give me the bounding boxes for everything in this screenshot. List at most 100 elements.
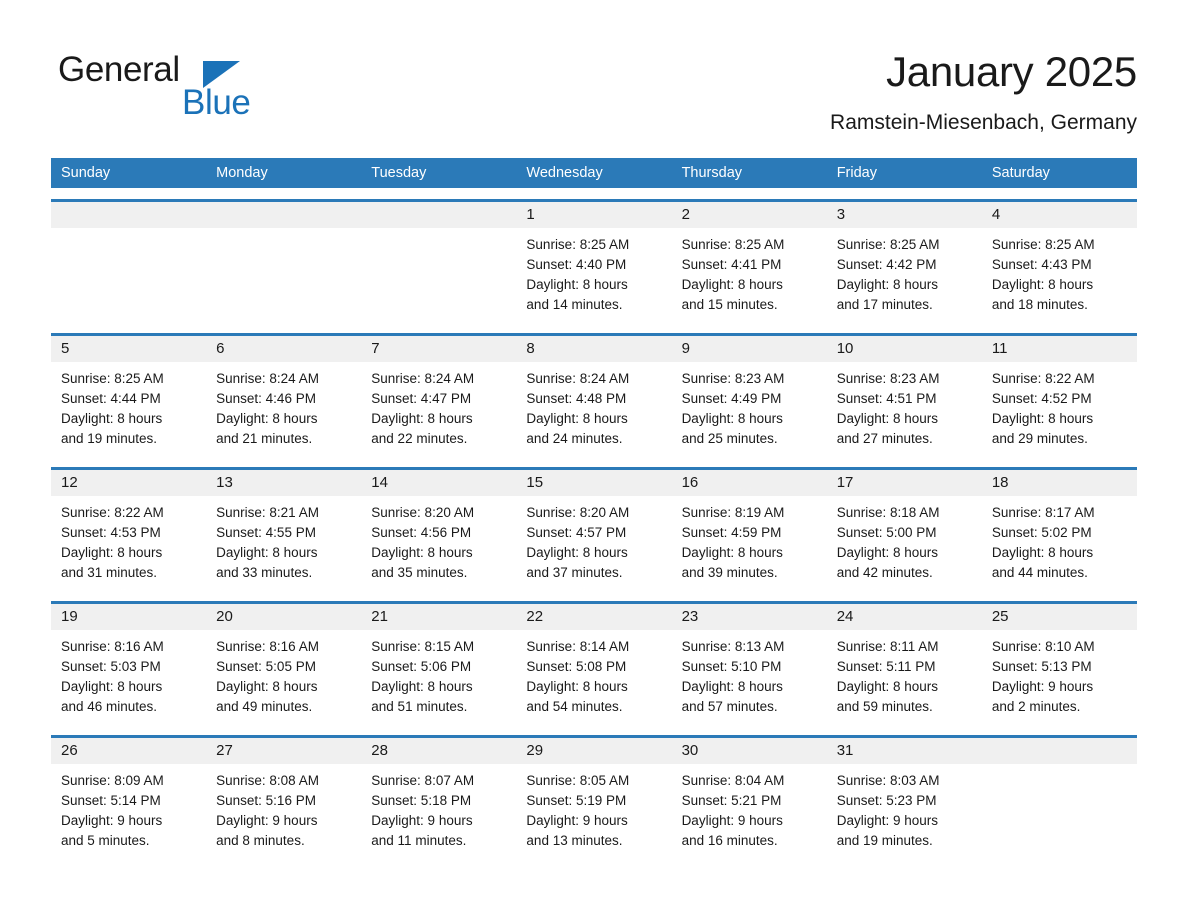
day-cell[interactable]: Sunrise: 8:16 AM Sunset: 5:03 PM Dayligh…: [51, 630, 206, 724]
day-number[interactable]: 22: [516, 604, 671, 630]
day-cell[interactable]: Sunrise: 8:15 AM Sunset: 5:06 PM Dayligh…: [361, 630, 516, 724]
sunrise-line: Sunrise: 8:14 AM: [526, 639, 630, 654]
day-number[interactable]: 29: [516, 738, 671, 764]
day-number[interactable]: [982, 738, 1137, 764]
day-number[interactable]: 31: [827, 738, 982, 764]
day-number[interactable]: 15: [516, 470, 671, 496]
week-daynumber-band: 5 6 7 8 9 10 11: [51, 336, 1137, 362]
day-cell[interactable]: Sunrise: 8:20 AM Sunset: 4:56 PM Dayligh…: [361, 496, 516, 590]
day-number[interactable]: 28: [361, 738, 516, 764]
day-number[interactable]: 26: [51, 738, 206, 764]
day-number[interactable]: 1: [516, 202, 671, 228]
day-number[interactable]: 27: [206, 738, 361, 764]
day-cell[interactable]: Sunrise: 8:17 AM Sunset: 5:02 PM Dayligh…: [982, 496, 1137, 590]
day-number[interactable]: [206, 202, 361, 228]
daylight-line-2: and 46 minutes.: [61, 699, 158, 714]
day-cell[interactable]: Sunrise: 8:07 AM Sunset: 5:18 PM Dayligh…: [361, 764, 516, 858]
day-number[interactable]: [361, 202, 516, 228]
day-cell[interactable]: Sunrise: 8:04 AM Sunset: 5:21 PM Dayligh…: [672, 764, 827, 858]
day-number[interactable]: 17: [827, 470, 982, 496]
day-number[interactable]: 6: [206, 336, 361, 362]
day-number[interactable]: 4: [982, 202, 1137, 228]
day-cell[interactable]: Sunrise: 8:23 AM Sunset: 4:51 PM Dayligh…: [827, 362, 982, 456]
day-cell[interactable]: Sunrise: 8:25 AM Sunset: 4:43 PM Dayligh…: [982, 228, 1137, 322]
daylight-line-2: and 13 minutes.: [526, 833, 623, 848]
day-number[interactable]: 18: [982, 470, 1137, 496]
day-cell[interactable]: Sunrise: 8:13 AM Sunset: 5:10 PM Dayligh…: [672, 630, 827, 724]
day-number[interactable]: 20: [206, 604, 361, 630]
day-number[interactable]: 7: [361, 336, 516, 362]
sunrise-line: Sunrise: 8:11 AM: [836, 639, 939, 654]
weekday-header-sunday: Sunday: [61, 165, 111, 181]
day-cell[interactable]: Sunrise: 8:14 AM Sunset: 5:08 PM Dayligh…: [516, 630, 671, 724]
day-cell[interactable]: Sunrise: 8:20 AM Sunset: 4:57 PM Dayligh…: [516, 496, 671, 590]
general-blue-logo[interactable]: General Blue: [51, 50, 351, 140]
day-cell[interactable]: Sunrise: 8:22 AM Sunset: 4:53 PM Dayligh…: [51, 496, 206, 590]
week-daynumber-band: 19 20 21 22 23 24 25: [51, 604, 1137, 630]
day-cell[interactable]: Sunrise: 8:16 AM Sunset: 5:05 PM Dayligh…: [206, 630, 361, 724]
day-cell[interactable]: Sunrise: 8:18 AM Sunset: 5:00 PM Dayligh…: [827, 496, 982, 590]
day-number[interactable]: 12: [51, 470, 206, 496]
daylight-line-2: and 57 minutes.: [681, 699, 778, 714]
sunset-line: Sunset: 5:19 PM: [526, 793, 627, 808]
day-cell[interactable]: Sunrise: 8:25 AM Sunset: 4:41 PM Dayligh…: [672, 228, 827, 322]
sunset-line: Sunset: 4:49 PM: [681, 391, 782, 406]
sunrise-line: Sunrise: 8:05 AM: [526, 773, 630, 788]
day-number[interactable]: 21: [361, 604, 516, 630]
sunrise-line: Sunrise: 8:22 AM: [991, 371, 1095, 386]
day-number[interactable]: 11: [982, 336, 1137, 362]
day-cell[interactable]: Sunrise: 8:25 AM Sunset: 4:40 PM Dayligh…: [516, 228, 671, 322]
sunset-line: Sunset: 4:53 PM: [61, 525, 161, 540]
week-daynumber-band: 1 2 3 4: [51, 202, 1137, 228]
day-number[interactable]: 10: [827, 336, 982, 362]
daylight-line-2: and 2 minutes.: [991, 699, 1081, 714]
day-number[interactable]: 24: [827, 604, 982, 630]
daylight-line-1: Daylight: 8 hours: [371, 545, 473, 560]
day-cell[interactable]: Sunrise: 8:03 AM Sunset: 5:23 PM Dayligh…: [827, 764, 982, 858]
day-cell[interactable]: Sunrise: 8:21 AM Sunset: 4:55 PM Dayligh…: [206, 496, 361, 590]
sunrise-line: Sunrise: 8:13 AM: [681, 639, 785, 654]
day-cell[interactable]: Sunrise: 8:19 AM Sunset: 4:59 PM Dayligh…: [672, 496, 827, 590]
daylight-line-2: and 29 minutes.: [991, 431, 1088, 446]
sunset-line: Sunset: 5:08 PM: [526, 659, 627, 674]
day-cell[interactable]: Sunrise: 8:22 AM Sunset: 4:52 PM Dayligh…: [982, 362, 1137, 456]
sunset-line: Sunset: 5:11 PM: [836, 659, 936, 674]
day-number[interactable]: 30: [672, 738, 827, 764]
daylight-line-1: Daylight: 8 hours: [371, 411, 473, 426]
day-cell[interactable]: Sunrise: 8:25 AM Sunset: 4:42 PM Dayligh…: [827, 228, 982, 322]
daylight-line-2: and 5 minutes.: [61, 833, 150, 848]
day-cell[interactable]: [206, 228, 361, 322]
day-number[interactable]: 13: [206, 470, 361, 496]
sunrise-line: Sunrise: 8:21 AM: [216, 505, 319, 520]
sunrise-line: Sunrise: 8:07 AM: [371, 773, 475, 788]
day-cell[interactable]: [361, 228, 516, 322]
day-number[interactable]: 16: [672, 470, 827, 496]
day-cell[interactable]: Sunrise: 8:05 AM Sunset: 5:19 PM Dayligh…: [516, 764, 671, 858]
day-number[interactable]: 3: [827, 202, 982, 228]
sunrise-line: Sunrise: 8:20 AM: [371, 505, 475, 520]
calendar-grid: Sunday Monday Tuesday Wednesday Thursday…: [51, 158, 1137, 858]
day-cell[interactable]: Sunrise: 8:24 AM Sunset: 4:46 PM Dayligh…: [206, 362, 361, 456]
day-cell[interactable]: Sunrise: 8:23 AM Sunset: 4:49 PM Dayligh…: [672, 362, 827, 456]
day-cell[interactable]: Sunrise: 8:24 AM Sunset: 4:47 PM Dayligh…: [361, 362, 516, 456]
day-number[interactable]: 19: [51, 604, 206, 630]
day-cell[interactable]: Sunrise: 8:10 AM Sunset: 5:13 PM Dayligh…: [982, 630, 1137, 724]
daylight-line-1: Daylight: 8 hours: [61, 545, 163, 560]
day-number[interactable]: 25: [982, 604, 1137, 630]
day-number[interactable]: 9: [672, 336, 827, 362]
day-cell[interactable]: Sunrise: 8:11 AM Sunset: 5:11 PM Dayligh…: [827, 630, 982, 724]
day-number[interactable]: [51, 202, 206, 228]
daylight-line-1: Daylight: 8 hours: [681, 545, 783, 560]
day-number[interactable]: 14: [361, 470, 516, 496]
day-cell[interactable]: Sunrise: 8:25 AM Sunset: 4:44 PM Dayligh…: [51, 362, 206, 456]
day-number[interactable]: 5: [51, 336, 206, 362]
day-cell[interactable]: [51, 228, 206, 322]
day-cell[interactable]: [982, 764, 1137, 858]
day-cell[interactable]: Sunrise: 8:08 AM Sunset: 5:16 PM Dayligh…: [206, 764, 361, 858]
week-row: 19 20 21 22 23 24 25 Sunrise: 8:16 AM Su…: [51, 601, 1137, 724]
day-cell[interactable]: Sunrise: 8:24 AM Sunset: 4:48 PM Dayligh…: [516, 362, 671, 456]
day-number[interactable]: 2: [672, 202, 827, 228]
day-number[interactable]: 8: [516, 336, 671, 362]
day-cell[interactable]: Sunrise: 8:09 AM Sunset: 5:14 PM Dayligh…: [51, 764, 206, 858]
day-number[interactable]: 23: [672, 604, 827, 630]
